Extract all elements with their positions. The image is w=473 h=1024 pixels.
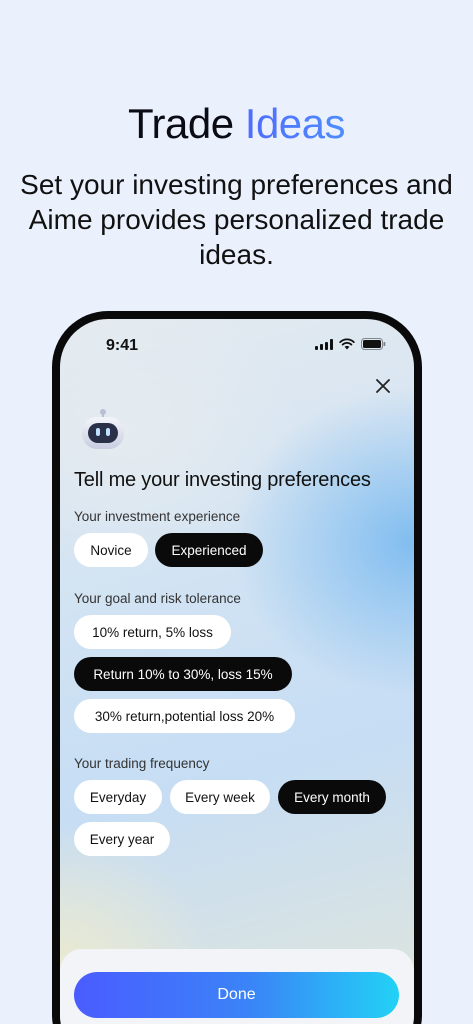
experience-option-experienced[interactable]: Experienced <box>155 533 263 567</box>
hero-title: Trade Ideas <box>0 100 473 148</box>
status-icons <box>315 338 386 350</box>
goal-label: Your goal and risk tolerance <box>74 591 241 606</box>
status-time: 9:41 <box>106 337 139 354</box>
experience-option-novice[interactable]: Novice <box>74 533 148 567</box>
experience-label: Your investment experience <box>74 509 241 524</box>
goal-option-10-percent[interactable]: 10% return, 5% loss <box>74 615 231 649</box>
close-icon <box>376 379 390 393</box>
goal-option-30-percent[interactable]: 30% return,potential loss 20% <box>74 699 295 733</box>
frequency-label: Your trading frequency <box>74 756 210 771</box>
goal-option-10-to-30-percent[interactable]: Return 10% to 30%, loss 15% <box>74 657 292 691</box>
hero-title-accent: Ideas <box>244 100 346 147</box>
hero-subtitle: Set your investing preferences and Aime … <box>20 169 453 270</box>
preferences-title: Tell me your investing preferences <box>74 469 371 491</box>
battery-icon <box>361 338 386 350</box>
frequency-option-every-year[interactable]: Every year <box>74 822 170 856</box>
done-button[interactable]: Done <box>74 972 399 1018</box>
phone-screen: 9:41 Tell me your investing preferences … <box>60 319 414 1024</box>
frequency-option-every-week[interactable]: Every week <box>170 780 270 814</box>
cellular-signal-icon <box>315 338 333 350</box>
frequency-option-every-month[interactable]: Every month <box>278 780 386 814</box>
robot-assistant-icon <box>82 409 124 449</box>
close-button[interactable] <box>372 375 394 397</box>
wifi-icon <box>339 338 355 350</box>
phone-frame: 9:41 Tell me your investing preferences … <box>52 311 422 1024</box>
hero-title-plain: Trade <box>127 100 245 147</box>
frequency-option-everyday[interactable]: Everyday <box>74 780 162 814</box>
